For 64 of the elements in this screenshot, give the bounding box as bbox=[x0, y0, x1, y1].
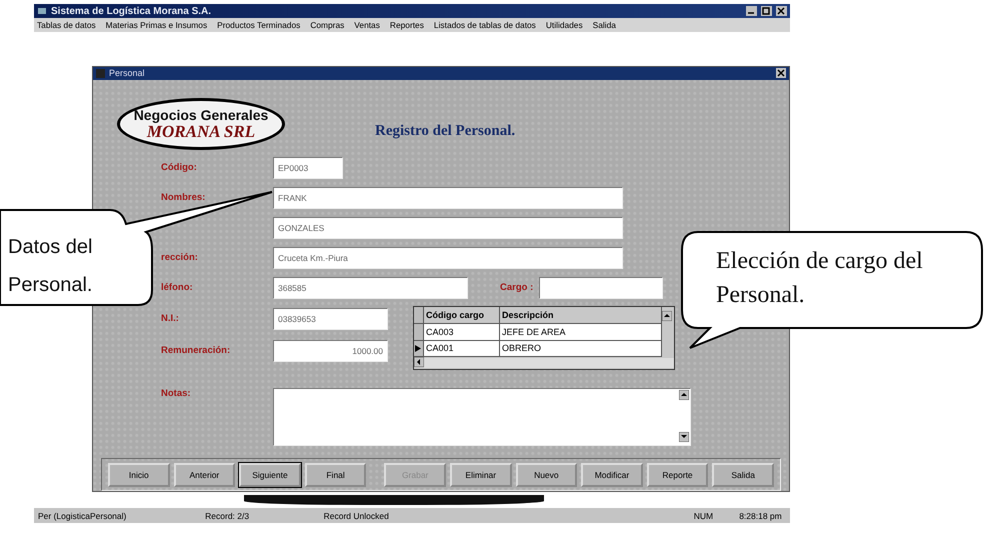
menu-item[interactable]: Compras bbox=[310, 20, 344, 30]
input-field[interactable]: 368585 bbox=[273, 276, 468, 299]
menu-item[interactable]: Materias Primas e Insumos bbox=[106, 20, 208, 30]
form-button[interactable]: Siguiente bbox=[239, 462, 301, 487]
form-button[interactable]: Salida bbox=[712, 462, 774, 487]
field-label: Remuneración: bbox=[161, 345, 232, 356]
menu-item[interactable]: Listados de tablas de datos bbox=[434, 20, 536, 30]
form-button[interactable]: Anterior bbox=[174, 462, 236, 487]
table-cell: CA003 bbox=[424, 324, 500, 341]
form-button[interactable]: Nuevo bbox=[516, 462, 578, 487]
field-label: N.I.: bbox=[161, 313, 180, 324]
minimize-icon[interactable] bbox=[746, 6, 757, 16]
status-text: Record Unlocked bbox=[322, 510, 390, 520]
scroll-left-icon[interactable] bbox=[414, 357, 424, 370]
menu-item[interactable]: Utilidades bbox=[546, 20, 583, 30]
form-button[interactable]: Eliminar bbox=[450, 462, 512, 487]
input-field[interactable]: EP0003 bbox=[273, 156, 343, 179]
table-cell: OBRERO bbox=[500, 340, 662, 358]
window-icon bbox=[96, 68, 105, 78]
input-field[interactable]: 1000.00 bbox=[273, 340, 388, 362]
scroll-down-icon[interactable] bbox=[679, 432, 689, 444]
menu-item[interactable]: Tablas de datos bbox=[37, 20, 96, 30]
callout-text: Elección de cargo del Personal. bbox=[716, 247, 924, 310]
status-text: NUM bbox=[692, 510, 714, 520]
cargo-grid[interactable]: Código cargo Descripción CA003 JEFE DE AREA CA001 OBRERO bbox=[413, 306, 675, 370]
field-label: Notas: bbox=[161, 388, 192, 400]
grid-corner bbox=[414, 307, 424, 324]
maximize-icon[interactable] bbox=[761, 6, 772, 16]
app-icon bbox=[37, 6, 47, 16]
window-title: Personal bbox=[109, 68, 145, 78]
menu-item[interactable]: Productos Terminados bbox=[217, 20, 300, 30]
status-text: Record: 2/3 bbox=[204, 510, 250, 520]
input-field[interactable]: FRANK bbox=[273, 186, 623, 209]
logo-text: Negocios Generales bbox=[134, 108, 268, 123]
form-button[interactable]: Modificar bbox=[581, 462, 643, 487]
close-icon[interactable] bbox=[776, 68, 786, 78]
form-button[interactable]: Inicio bbox=[108, 462, 170, 487]
status-text: 8:28:18 pm bbox=[738, 510, 783, 520]
form-button[interactable]: Reporte bbox=[646, 462, 708, 487]
menu-item[interactable]: Ventas bbox=[354, 20, 380, 30]
row-selector[interactable] bbox=[414, 340, 424, 358]
menu-item[interactable]: Salida bbox=[592, 20, 616, 30]
record-pointer-icon bbox=[414, 344, 422, 353]
field-label: léfono: bbox=[161, 282, 194, 294]
logo-text: MORANA SRL bbox=[146, 122, 256, 141]
form-heading: Registro del Personal. bbox=[375, 123, 516, 140]
callout-text: Datos del Personal. bbox=[8, 235, 94, 298]
status-text: Per (LogisticaPersonal) bbox=[37, 510, 128, 520]
field-label: rección: bbox=[161, 252, 199, 264]
form-button[interactable]: Final bbox=[304, 462, 366, 487]
table-cell: CA001 bbox=[424, 340, 500, 358]
input-field[interactable]: GONZALES bbox=[273, 216, 623, 239]
cargo-field[interactable] bbox=[539, 276, 664, 299]
scroll-up-icon[interactable] bbox=[679, 390, 689, 402]
menu-item[interactable]: Reportes bbox=[390, 20, 424, 30]
close-icon[interactable] bbox=[776, 6, 787, 16]
input-field[interactable]: Cruceta Km.-Piura bbox=[273, 246, 623, 269]
notes-field[interactable] bbox=[273, 388, 691, 446]
field-label: Código: bbox=[161, 162, 198, 174]
app-title: Sistema de Logística Morana S.A. bbox=[51, 6, 212, 16]
table-cell: JEFE DE AREA bbox=[500, 324, 662, 341]
field-label: Cargo : bbox=[500, 282, 534, 294]
field-label: Nombres: bbox=[161, 192, 206, 204]
input-field[interactable]: 03839653 bbox=[273, 308, 388, 330]
